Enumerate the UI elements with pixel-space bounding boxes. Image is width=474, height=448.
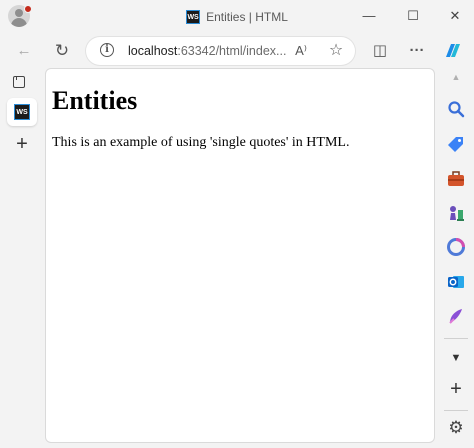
info-icon[interactable]: i bbox=[100, 43, 114, 57]
webstorm-favicon-icon: WS bbox=[186, 9, 201, 24]
tab-actions-icon[interactable] bbox=[13, 75, 25, 88]
title-bar: WS Entities | HTML — ☐ ✕ bbox=[0, 0, 474, 34]
url-host: localhost bbox=[128, 44, 178, 58]
page-viewport: Entities This is an example of using 'si… bbox=[45, 68, 435, 443]
favorite-star-icon[interactable]: ☆ bbox=[326, 41, 346, 61]
vertical-tab-bar: WS + bbox=[0, 68, 44, 448]
split-screen-button[interactable]: ◫ bbox=[369, 40, 391, 62]
navigation-toolbar: ← ↻ i localhost:63342/html/index... A⁾ ☆… bbox=[0, 34, 474, 68]
url-text[interactable]: localhost:63342/html/index... bbox=[128, 44, 288, 58]
tab-title-text: Entities | HTML bbox=[206, 9, 288, 24]
close-button[interactable]: ✕ bbox=[445, 6, 465, 26]
refresh-button[interactable]: ↻ bbox=[51, 40, 73, 62]
customize-sidebar-add-icon[interactable]: + bbox=[444, 378, 468, 401]
outlook-icon[interactable] bbox=[447, 273, 465, 291]
sidebar-divider bbox=[444, 338, 468, 339]
read-aloud-icon[interactable]: A⁾ bbox=[291, 41, 311, 61]
tools-toolbox-icon[interactable] bbox=[447, 170, 465, 188]
shopping-tag-icon[interactable] bbox=[447, 135, 465, 153]
address-bar[interactable]: i localhost:63342/html/index... A⁾ ☆ bbox=[86, 37, 355, 65]
page-heading: Entities bbox=[52, 86, 138, 115]
back-button[interactable]: ← bbox=[13, 40, 35, 62]
settings-more-button[interactable]: ··· bbox=[406, 40, 428, 62]
vertical-tab-entities[interactable]: WS bbox=[7, 98, 37, 126]
sidebar-scroll-up-icon[interactable]: ▲ bbox=[444, 72, 468, 82]
webstorm-tab-icon: WS bbox=[14, 104, 30, 120]
edge-sidebar: ▲ ▼ + ⚙ bbox=[438, 68, 474, 448]
url-path: :63342/html/index... bbox=[177, 44, 287, 58]
sidebar-settings-gear-icon[interactable]: ⚙ bbox=[444, 418, 468, 438]
games-chess-icon[interactable] bbox=[447, 204, 465, 222]
sidebar-divider-bottom bbox=[444, 410, 468, 411]
maximize-button[interactable]: ☐ bbox=[403, 6, 423, 26]
new-tab-button[interactable]: + bbox=[12, 134, 32, 154]
search-icon[interactable] bbox=[447, 100, 465, 118]
designer-icon[interactable] bbox=[447, 307, 465, 325]
microsoft-365-icon[interactable] bbox=[447, 238, 465, 256]
minimize-button[interactable]: — bbox=[359, 6, 379, 26]
sidebar-scroll-down-icon[interactable]: ▼ bbox=[444, 352, 468, 364]
copilot-icon[interactable] bbox=[442, 40, 464, 62]
page-paragraph: This is an example of using 'single quot… bbox=[52, 135, 350, 150]
